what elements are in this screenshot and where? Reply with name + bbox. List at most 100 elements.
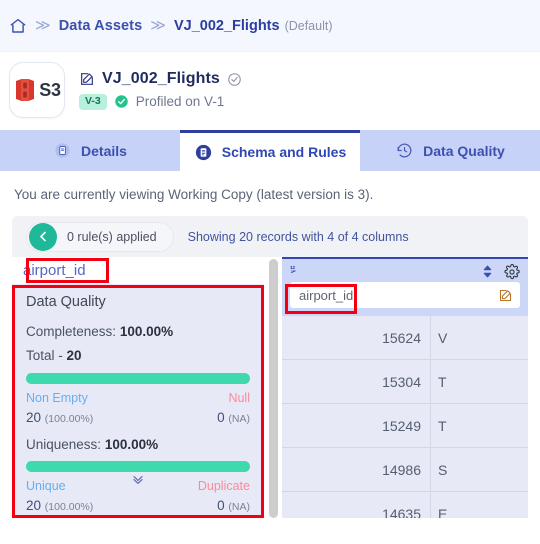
tab-schema-and-rules[interactable]: Schema and Rules bbox=[180, 130, 360, 171]
version-badge: V-3 bbox=[79, 94, 107, 110]
unique-pct: (100.00%) bbox=[44, 501, 94, 513]
data-quality-card: Data Quality Completeness: 100.00% Total… bbox=[12, 284, 264, 517]
table-header: 12 airport_id bbox=[282, 259, 528, 316]
check-circle-filled-icon bbox=[114, 94, 129, 109]
double-chevron-down-icon[interactable] bbox=[127, 471, 149, 487]
schema-split-view: airport_id Data Quality Completeness: 10… bbox=[12, 257, 528, 518]
cell-airport-id: 15624 bbox=[382, 329, 421, 346]
duplicate-pct: (NA) bbox=[228, 501, 250, 513]
s3-bucket-icon bbox=[13, 77, 37, 103]
null-value: 0 bbox=[217, 410, 225, 425]
non-empty-value-group: 20 (100.00%) bbox=[26, 410, 93, 425]
edit-square-icon[interactable] bbox=[498, 288, 513, 303]
unique-value: 20 bbox=[26, 498, 42, 513]
sort-updown-icon[interactable] bbox=[480, 264, 495, 279]
column-filter-value: airport_id bbox=[299, 287, 354, 303]
cell-airport-id: 14986 bbox=[382, 461, 421, 478]
cell-col2: T bbox=[430, 404, 528, 447]
s3-label: S3 bbox=[39, 79, 61, 100]
table-row[interactable]: 15304 T bbox=[282, 360, 528, 404]
non-empty-pct: (100.00%) bbox=[44, 413, 94, 425]
cell-col2: T bbox=[430, 360, 528, 403]
non-empty-value: 20 bbox=[26, 410, 42, 425]
tab-bar: Details Schema and Rules Data Quality bbox=[0, 130, 540, 171]
cell-airport-id: 14635 bbox=[382, 505, 421, 519]
gear-icon[interactable] bbox=[504, 263, 520, 280]
data-quality-panel: airport_id Data Quality Completeness: 10… bbox=[12, 257, 264, 518]
asset-title-row: VJ_002_Flights bbox=[79, 70, 242, 88]
table-row[interactable]: 15624 V bbox=[282, 316, 528, 360]
null-value-group: 0 (NA) bbox=[217, 410, 250, 425]
table-row[interactable]: 14635 E bbox=[282, 492, 528, 518]
null-label: Null bbox=[228, 391, 250, 405]
uniqueness-value: 100.00% bbox=[104, 437, 159, 452]
table-row[interactable]: 14986 S bbox=[282, 448, 528, 492]
tab-details[interactable]: Details bbox=[0, 130, 180, 171]
total-label: Total - bbox=[26, 348, 63, 363]
cell-airport-id: 15304 bbox=[382, 373, 421, 390]
tab-schema-and-rules-label: Schema and Rules bbox=[221, 144, 347, 160]
table-toolbar: 0 rule(s) applied Showing 20 records wit… bbox=[12, 216, 528, 257]
table-header-actions bbox=[480, 263, 520, 280]
app-root: ≫ Data Assets ≫ VJ_002_Flights (Default)… bbox=[0, 0, 540, 544]
svg-text:12: 12 bbox=[290, 265, 295, 271]
cell-airport-id: 15249 bbox=[382, 417, 421, 434]
total-row: Total - 20 bbox=[26, 348, 250, 363]
asset-title: VJ_002_Flights bbox=[102, 70, 220, 88]
cell-col2: V bbox=[430, 316, 528, 359]
completeness-label: Completeness: bbox=[26, 324, 117, 339]
breadcrumb-separator-2: ≫ bbox=[150, 17, 166, 34]
working-copy-notice: You are currently viewing Working Copy (… bbox=[0, 171, 540, 216]
scrollbar-thumb[interactable] bbox=[268, 259, 278, 518]
total-value: 20 bbox=[66, 348, 82, 363]
duplicate-value: 0 bbox=[217, 498, 225, 513]
history-clock-icon bbox=[395, 141, 414, 160]
duplicate-value-group: 0 (NA) bbox=[217, 498, 250, 513]
dq-card-title: Data Quality bbox=[26, 294, 106, 310]
breadcrumb-current: VJ_002_Flights bbox=[173, 17, 280, 34]
tab-details-label: Details bbox=[81, 142, 127, 159]
breadcrumb-link-data-assets[interactable]: Data Assets bbox=[59, 18, 143, 34]
unique-label: Unique bbox=[26, 479, 66, 493]
list-document-icon bbox=[194, 143, 213, 162]
tab-data-quality-label: Data Quality bbox=[423, 142, 505, 159]
breadcrumb-separator-1: ≫ bbox=[35, 17, 51, 34]
uniqueness-values: 20 (100.00%) 0 (NA) bbox=[26, 498, 250, 513]
cell-col2: S bbox=[430, 448, 528, 491]
panel-scrollbar[interactable] bbox=[264, 257, 282, 518]
sort-numeric-icon[interactable]: 12 bbox=[290, 263, 306, 280]
circle-check-icon bbox=[227, 72, 242, 87]
completeness-progress-bar bbox=[26, 373, 250, 384]
document-icon bbox=[53, 141, 72, 160]
table-header-icons: 12 bbox=[282, 259, 528, 281]
tab-data-quality[interactable]: Data Quality bbox=[360, 130, 540, 171]
unique-value-group: 20 (100.00%) bbox=[26, 498, 93, 513]
showing-records-label: Showing 20 records with 4 of 4 columns bbox=[187, 229, 409, 244]
completeness-row: Completeness: 100.00% bbox=[26, 324, 250, 339]
uniqueness-row: Uniqueness: 100.00% bbox=[26, 437, 250, 452]
chevron-left-icon[interactable] bbox=[29, 222, 57, 251]
breadcrumb-default-tag: (Default) bbox=[284, 18, 333, 33]
asset-version-row: V-3 Profiled on V-1 bbox=[79, 94, 242, 110]
table-body: 15624 V 15304 T 15249 T 14986 S 14635 E bbox=[282, 316, 528, 518]
completeness-value: 100.00% bbox=[119, 324, 174, 339]
cell-col2: E bbox=[430, 492, 528, 518]
duplicate-label: Duplicate bbox=[197, 479, 250, 493]
asset-meta: VJ_002_Flights V-3 Profiled on V-1 bbox=[79, 70, 242, 110]
dq-column-name: airport_id bbox=[12, 257, 264, 284]
edit-icon[interactable] bbox=[79, 71, 95, 87]
s3-source-tile: S3 bbox=[9, 62, 65, 118]
column-filter-airport-id[interactable]: airport_id bbox=[290, 282, 520, 308]
breadcrumb: ≫ Data Assets ≫ VJ_002_Flights (Default) bbox=[0, 0, 540, 52]
table-row[interactable]: 15249 T bbox=[282, 404, 528, 448]
non-empty-label: Non Empty bbox=[26, 391, 88, 405]
completeness-values: 20 (100.00%) 0 (NA) bbox=[26, 410, 250, 425]
rules-applied-pill[interactable]: 0 rule(s) applied bbox=[26, 221, 174, 252]
home-icon[interactable] bbox=[9, 17, 27, 35]
uniqueness-label: Uniqueness: bbox=[26, 437, 102, 452]
records-table: 12 airport_id 15624 V 15304 T 15249 T 14… bbox=[282, 257, 528, 518]
asset-header: S3 VJ_002_Flights V-3 Profiled on V-1 bbox=[0, 52, 540, 126]
profiled-status: Profiled on V-1 bbox=[135, 94, 225, 110]
completeness-legend: Non Empty Null bbox=[26, 391, 250, 405]
null-pct: (NA) bbox=[228, 413, 250, 425]
